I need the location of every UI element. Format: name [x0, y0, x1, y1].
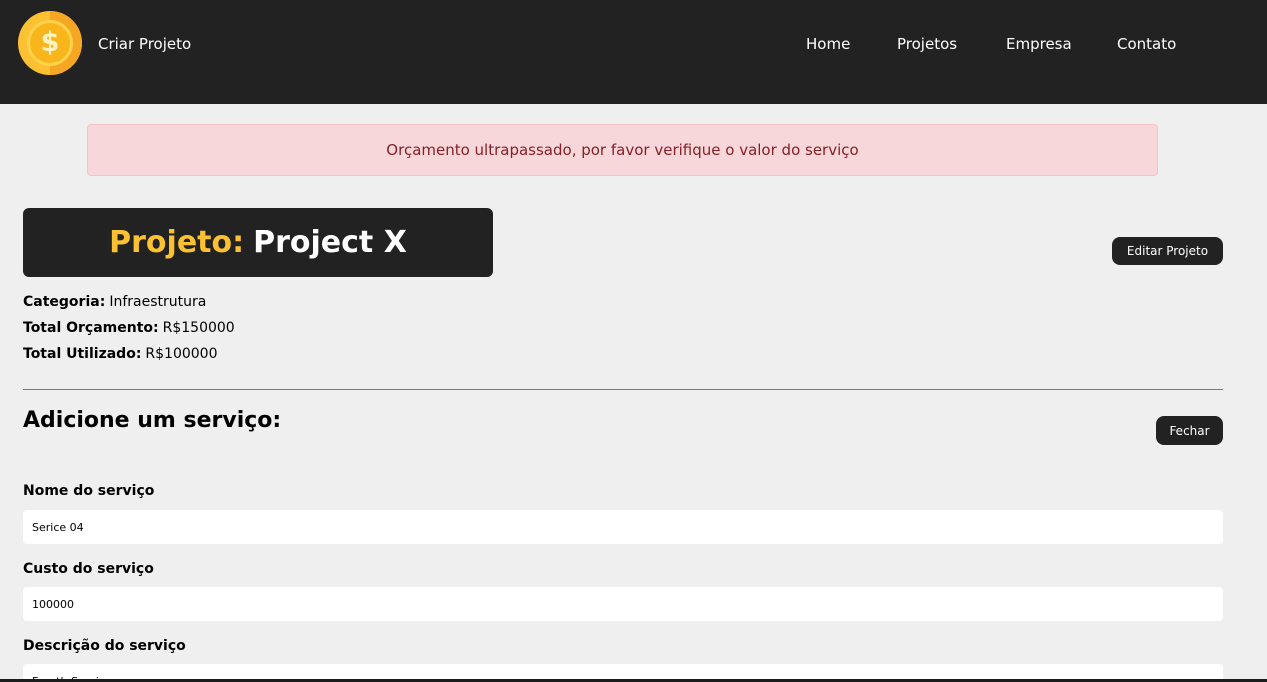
error-alert: Orçamento ultrapassado, por favor verifi…	[87, 124, 1158, 176]
nav-link-home[interactable]: Home	[806, 35, 850, 53]
service-cost-input[interactable]	[23, 587, 1223, 621]
category-value: Infraestrutura	[109, 294, 207, 310]
nav-link-contact[interactable]: Contato	[1117, 35, 1176, 53]
logo-dollar-symbol: $	[40, 27, 60, 58]
close-form-button[interactable]: Fechar	[1156, 416, 1223, 445]
service-cost-label: Custo do serviço	[23, 561, 154, 577]
budget-value: R$150000	[162, 320, 235, 336]
error-alert-message: Orçamento ultrapassado, por favor verifi…	[386, 141, 859, 159]
add-service-title: Adicione um serviço:	[23, 408, 282, 433]
budget-info: Total Orçamento: R$150000	[23, 320, 235, 336]
service-name-input[interactable]	[23, 510, 1223, 544]
used-label: Total Utilizado:	[23, 346, 142, 362]
logo-coin-inner: $	[27, 20, 73, 66]
dollar-coin-icon[interactable]: $	[18, 11, 82, 75]
nav-link-company[interactable]: Empresa	[1006, 35, 1072, 53]
project-name: Project X	[253, 225, 407, 260]
create-project-link[interactable]: Criar Projeto	[98, 35, 191, 53]
project-title-prefix: Projeto:	[109, 225, 245, 260]
project-title: Projeto: Project X	[23, 208, 493, 277]
navbar: $ Criar Projeto Home Projetos Empresa Co…	[0, 0, 1267, 104]
used-value: R$100000	[145, 346, 218, 362]
used-info: Total Utilizado: R$100000	[23, 346, 218, 362]
category-label: Categoria:	[23, 294, 106, 310]
nav-link-projects[interactable]: Projetos	[897, 35, 957, 53]
section-divider	[23, 389, 1223, 390]
service-name-label: Nome do serviço	[23, 483, 155, 499]
category-info: Categoria: Infraestrutura	[23, 294, 206, 310]
edit-project-button[interactable]: Editar Projeto	[1112, 237, 1223, 265]
service-description-label: Descrição do serviço	[23, 638, 186, 654]
budget-label: Total Orçamento:	[23, 320, 159, 336]
